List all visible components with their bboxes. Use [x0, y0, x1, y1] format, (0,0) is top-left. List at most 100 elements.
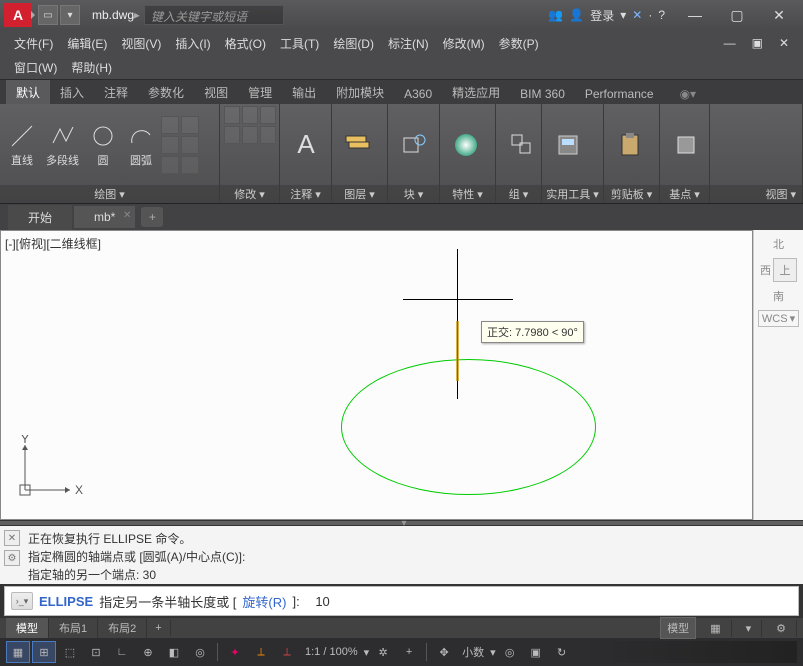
menu-dim[interactable]: 标注(N)	[382, 32, 435, 55]
panel-annot-label[interactable]: 注释 ▾	[280, 185, 331, 203]
login-dropdown-icon[interactable]: ▾	[620, 8, 626, 22]
cmd-close-icon[interactable]: ✕	[4, 530, 20, 546]
sb-zoom[interactable]: 1:1 / 100%	[301, 646, 362, 658]
wcs-dropdown[interactable]: WCS▾	[758, 310, 799, 327]
ribtab-annot[interactable]: 注释	[94, 80, 138, 104]
menu-edit[interactable]: 编辑(E)	[61, 32, 113, 55]
tab-close-icon[interactable]: ✕	[123, 210, 131, 221]
menu-view[interactable]: 视图(V)	[115, 32, 167, 55]
viewcube[interactable]: 上	[773, 258, 797, 282]
user-icon[interactable]: 👤	[569, 8, 584, 22]
menu-draw[interactable]: 绘图(D)	[327, 32, 380, 55]
tool-block[interactable]	[392, 125, 436, 165]
chevron-down-icon[interactable]: ▾	[364, 646, 370, 659]
command-history[interactable]: ✕ ⚙ 正在恢复执行 ELLIPSE 命令。 指定椭圆的轴端点或 [圆弧(A)/…	[0, 526, 803, 584]
draw-flyout-grid[interactable]	[161, 116, 199, 174]
ribtab-perf[interactable]: Performance	[575, 83, 664, 104]
cmd-config-icon[interactable]: ⚙	[4, 550, 20, 566]
tool-clipboard[interactable]	[608, 125, 652, 165]
ribtab-output[interactable]: 输出	[282, 80, 326, 104]
panel-layer-label[interactable]: 图层 ▾	[332, 185, 387, 203]
ribtab-addin[interactable]: 附加模块	[326, 80, 394, 104]
tool-basepoint[interactable]	[664, 125, 708, 165]
minimize-button[interactable]: —	[675, 3, 715, 27]
nav-south: 南	[773, 288, 784, 304]
panel-modify-label[interactable]: 修改 ▾	[220, 185, 279, 203]
chevron-down-icon[interactable]: ▾	[490, 646, 496, 659]
modelspace-button[interactable]: 模型	[660, 617, 696, 639]
ribtab-featured[interactable]: 精选应用	[442, 80, 510, 104]
panel-util-label[interactable]: 实用工具 ▾	[542, 185, 603, 203]
menubar-close-icon[interactable]: ✕	[773, 33, 795, 53]
cmd-prompt-tail: ]:	[292, 594, 299, 609]
help-search-input[interactable]: 键入关键字或短语	[144, 5, 284, 25]
close-button[interactable]: ✕	[759, 3, 799, 27]
ribtab-bim360[interactable]: BIM 360	[510, 83, 575, 104]
modify-grid[interactable]	[224, 106, 276, 144]
panel-prop-label[interactable]: 特性 ▾	[440, 185, 495, 203]
grid-icon[interactable]: ▦	[700, 620, 731, 637]
drawing-canvas[interactable]: [-][俯视][二维线框] 正交: 7.7980 < 90° XY	[0, 230, 753, 520]
menu-tools[interactable]: 工具(T)	[274, 32, 325, 55]
menu-format[interactable]: 格式(O)	[219, 32, 272, 55]
tab-file[interactable]: mb*✕	[74, 206, 135, 228]
ribtab-view[interactable]: 视图	[194, 80, 238, 104]
qat-new-icon[interactable]: ▭	[38, 5, 58, 25]
cmd-prompt-icon[interactable]: ›_▾	[11, 592, 33, 610]
menu-help[interactable]: 帮助(H)	[65, 56, 118, 79]
ucs-icon[interactable]: XY	[15, 435, 85, 505]
panel-clip-label[interactable]: 剪贴板 ▾	[604, 185, 659, 203]
menubar-minimize-icon[interactable]: —	[718, 33, 742, 53]
tool-polyline[interactable]: 多段线	[42, 120, 83, 170]
sb-units[interactable]: 小数	[458, 644, 488, 660]
dynamic-input-tooltip: 正交: 7.7980 < 90°	[481, 321, 584, 343]
ribtab-default[interactable]: 默认	[6, 80, 50, 104]
help-icon[interactable]: ?	[658, 8, 665, 22]
exchange-icon[interactable]: ✕	[632, 8, 642, 22]
active-command: ELLIPSE	[39, 594, 93, 609]
ribtab-param[interactable]: 参数化	[138, 80, 194, 104]
layout-gear-icon[interactable]: ⚙	[766, 620, 797, 637]
layout-model[interactable]: 模型	[6, 618, 49, 638]
layout-more-icon[interactable]: ▾	[736, 620, 763, 637]
qat-open-icon[interactable]: ▾	[60, 5, 80, 25]
menu-insert[interactable]: 插入(I)	[169, 32, 216, 55]
document-title: mb.dwg	[92, 8, 134, 22]
cmd-input-value[interactable]: 10	[315, 594, 329, 609]
menu-window[interactable]: 窗口(W)	[8, 56, 63, 79]
panel-draw-label[interactable]: 绘图 ▾	[0, 185, 219, 203]
tool-arc[interactable]: 圆弧	[123, 120, 159, 170]
tool-utilities[interactable]	[546, 125, 590, 165]
maximize-button[interactable]: ▢	[717, 3, 757, 27]
separator: ·	[648, 8, 652, 22]
panel-group-label[interactable]: 组 ▾	[496, 185, 541, 203]
people-icon[interactable]: 👥	[548, 8, 563, 22]
viewport-label[interactable]: [-][俯视][二维线框]	[5, 235, 101, 252]
panel-view-label[interactable]: 视图 ▾	[710, 185, 802, 203]
menu-param[interactable]: 参数(P)	[493, 32, 545, 55]
ribtab-a360[interactable]: A360	[394, 83, 442, 104]
cmd-option[interactable]: 旋转(R)	[242, 592, 286, 611]
ribtab-manage[interactable]: 管理	[238, 80, 282, 104]
layout-add-button[interactable]: +	[147, 620, 170, 636]
tool-layer[interactable]	[336, 125, 380, 165]
layout-1[interactable]: 布局1	[49, 618, 98, 638]
panel-block-label[interactable]: 块 ▾	[388, 185, 439, 203]
login-link[interactable]: 登录	[590, 7, 614, 24]
panel-base-label[interactable]: 基点 ▾	[660, 185, 709, 203]
app-logo[interactable]: A	[4, 3, 32, 27]
menu-file[interactable]: 文件(F)	[8, 32, 59, 55]
command-line[interactable]: ›_▾ ELLIPSE 指定另一条半轴长度或 [旋转(R)]: 10	[4, 586, 799, 616]
tab-start[interactable]: 开始	[8, 205, 72, 230]
tab-add-button[interactable]: +	[141, 207, 163, 227]
ribtab-more-icon[interactable]: ◉▾	[670, 83, 707, 104]
menubar-restore-icon[interactable]: ▣	[746, 33, 769, 53]
tool-line[interactable]: 直线	[4, 120, 40, 170]
tool-annotation[interactable]: A	[284, 125, 328, 165]
menu-modify[interactable]: 修改(M)	[437, 32, 491, 55]
ribtab-insert[interactable]: 插入	[50, 80, 94, 104]
tool-properties[interactable]	[444, 125, 488, 165]
tool-group[interactable]	[500, 125, 544, 165]
layout-2[interactable]: 布局2	[98, 618, 147, 638]
tool-circle[interactable]: 圆	[85, 120, 121, 170]
